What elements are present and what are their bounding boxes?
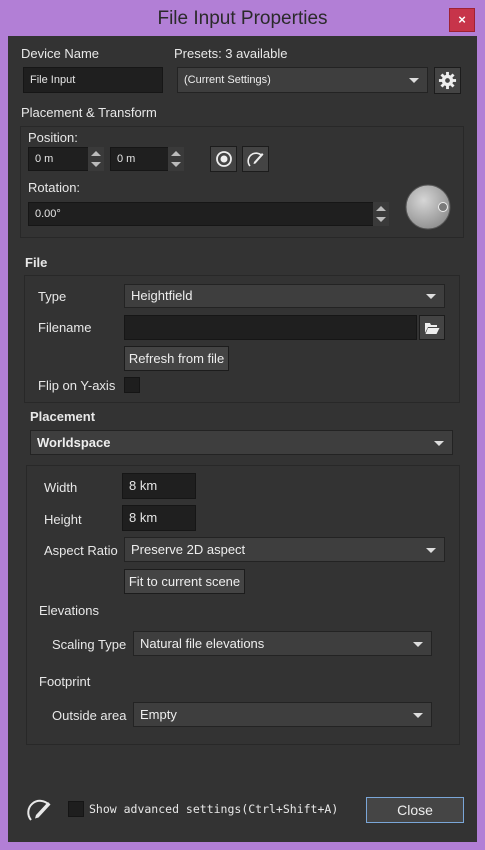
show-advanced-checkbox[interactable]: [68, 801, 84, 817]
presets-selected: (Current Settings): [184, 74, 271, 86]
scaling-type-dropdown[interactable]: Natural file elevations: [133, 631, 432, 656]
rotation-label: Rotation:: [28, 180, 81, 195]
presets-label: Presets: 3 available: [174, 46, 288, 61]
presets-settings-button[interactable]: [434, 67, 461, 94]
placement-mode-dropdown[interactable]: Worldspace: [30, 430, 453, 455]
height-label: Height: [44, 512, 82, 527]
chevron-down-icon: [426, 547, 436, 553]
window-close-button[interactable]: ×: [449, 8, 475, 32]
aspect-ratio-selected: Preserve 2D aspect: [131, 542, 246, 557]
position-x-spinner[interactable]: [88, 147, 104, 171]
placement-section-header: Placement: [30, 409, 96, 424]
window-title: File Input Properties: [157, 8, 328, 29]
rotation-dial-icon: [405, 184, 451, 230]
placement-transform-label: Placement & Transform: [21, 105, 157, 120]
scaling-type-selected: Natural file elevations: [140, 636, 265, 651]
fit-to-scene-button[interactable]: Fit to current scene: [124, 569, 245, 594]
aspect-ratio-dropdown[interactable]: Preserve 2D aspect: [124, 537, 445, 562]
file-type-dropdown[interactable]: Heightfield: [124, 284, 445, 308]
elevations-label: Elevations: [39, 603, 99, 618]
folder-open-icon: [425, 323, 440, 334]
edit-icon: [246, 152, 263, 167]
outside-area-dropdown[interactable]: Empty: [133, 702, 432, 727]
scaling-type-label: Scaling Type: [52, 637, 127, 652]
rotation-dial[interactable]: [405, 184, 451, 230]
device-name-label: Device Name: [21, 46, 100, 61]
placement-mode-selected: Worldspace: [37, 435, 111, 450]
aspect-ratio-label: Aspect Ratio: [44, 543, 118, 558]
chevron-down-icon: [426, 294, 436, 299]
file-section-header: File: [25, 255, 48, 270]
chevron-down-icon: [434, 440, 444, 446]
position-x-field[interactable]: 0 m: [28, 147, 90, 171]
chevron-down-icon: [409, 78, 419, 83]
presets-dropdown[interactable]: (Current Settings): [177, 67, 428, 93]
chevron-down-icon: [413, 712, 423, 718]
file-type-label: Type: [38, 289, 67, 304]
file-type-selected: Heightfield: [131, 288, 193, 303]
chevron-down-icon: [413, 641, 423, 647]
filename-label: Filename: [38, 320, 92, 335]
refresh-from-file-button[interactable]: Refresh from file: [124, 346, 229, 371]
position-label: Position:: [28, 130, 78, 145]
outside-area-selected: Empty: [140, 707, 177, 722]
device-name-field[interactable]: File Input: [23, 67, 163, 93]
rotation-spinner[interactable]: [373, 202, 389, 226]
height-field[interactable]: 8 km: [122, 505, 196, 531]
notes-icon: [27, 799, 51, 821]
width-field[interactable]: 8 km: [122, 473, 196, 499]
browse-file-button[interactable]: [419, 315, 445, 340]
width-label: Width: [44, 480, 78, 495]
target-icon: [215, 151, 232, 167]
filename-field[interactable]: [124, 315, 417, 340]
position-y-spinner[interactable]: [168, 147, 184, 171]
position-y-field[interactable]: 0 m: [110, 147, 172, 171]
position-target-button[interactable]: [210, 146, 237, 172]
close-button[interactable]: Close: [366, 797, 464, 823]
rotation-field[interactable]: 0.00°: [28, 202, 375, 226]
outside-area-label: Outside area: [52, 708, 127, 723]
flip-y-label: Flip on Y-axis: [38, 378, 116, 393]
flip-y-checkbox[interactable]: [124, 377, 140, 393]
gear-icon: [438, 71, 457, 90]
show-advanced-label: Show advanced settings(Ctrl+Shift+A): [89, 802, 339, 816]
footprint-label: Footprint: [39, 674, 91, 689]
notes-button[interactable]: [26, 796, 54, 824]
position-edit-button[interactable]: [242, 146, 269, 172]
dialog-body: Device Name File Input Presets: 3 availa…: [8, 36, 477, 842]
